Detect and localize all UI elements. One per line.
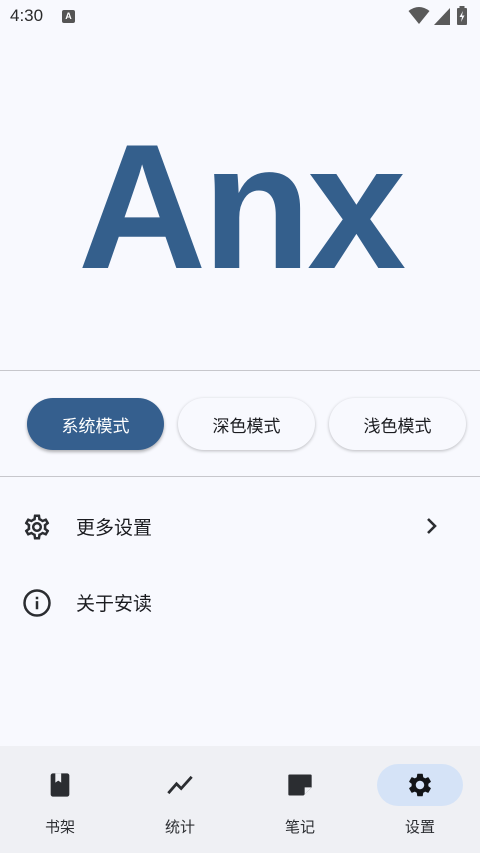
about-item[interactable]: 关于安读 [0, 570, 480, 634]
nav-item-bookshelf[interactable]: 书架 [0, 746, 120, 853]
gear-icon [24, 514, 50, 540]
about-label: 关于安读 [76, 593, 153, 615]
more-settings-item[interactable]: 更多设置 [0, 494, 480, 558]
signal-icon [434, 8, 450, 25]
nav-item-notes[interactable]: 笔记 [240, 746, 360, 853]
status-time: 4:30 [10, 6, 44, 25]
notification-icon: A [62, 10, 75, 23]
note-icon [288, 774, 312, 796]
divider-bottom [0, 476, 480, 477]
nav-item-stats[interactable]: 统计 [120, 746, 240, 853]
nav-label-bookshelf: 书架 [44, 818, 75, 836]
light-mode-button[interactable]: 浅色模式 [329, 398, 466, 450]
chevron-right-icon [427, 518, 437, 534]
wifi-icon [408, 7, 430, 24]
bookshelf-icon [50, 773, 70, 797]
more-settings-label: 更多设置 [76, 517, 153, 539]
nav-label-settings: 设置 [404, 818, 435, 836]
nav-label-notes: 笔记 [284, 818, 315, 836]
dark-mode-button[interactable]: 深色模式 [178, 398, 315, 450]
status-icons [408, 6, 472, 26]
nav-label-stats: 统计 [164, 818, 195, 836]
divider-top [0, 370, 480, 371]
settings-icon [409, 773, 431, 797]
system-mode-button[interactable]: 系统模式 [27, 398, 164, 450]
chart-icon [167, 775, 193, 795]
battery-icon [457, 6, 467, 25]
nav-item-settings[interactable]: 设置 [360, 746, 480, 853]
status-bar: 4:30 A [0, 0, 480, 34]
settings-screen: 4:30 A Anx 系统模式 深色模式 浅色模式 更多设置 关于安读 书架 统… [0, 0, 480, 853]
app-logo: Anx [77, 107, 406, 306]
bottom-navigation: 书架 统计 笔记 设置 [0, 746, 480, 853]
info-icon [23, 589, 51, 617]
